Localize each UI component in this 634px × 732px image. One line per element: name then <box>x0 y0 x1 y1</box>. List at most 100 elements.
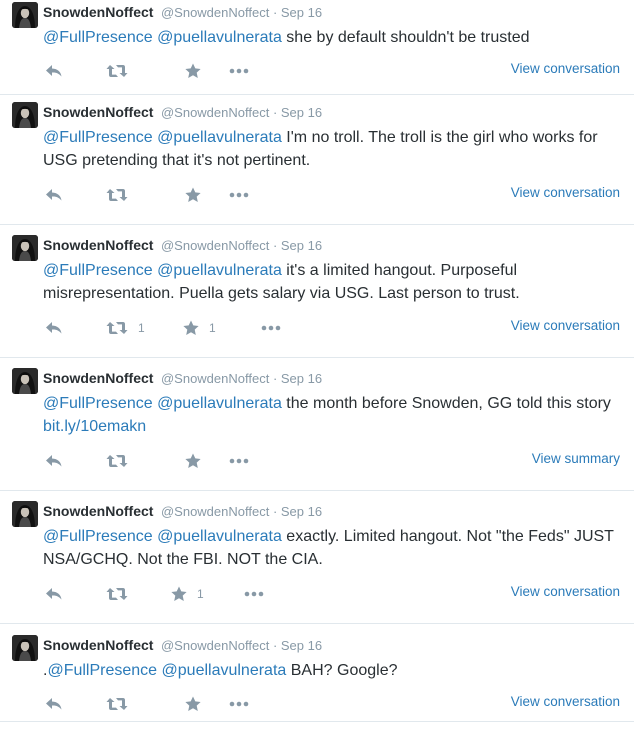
favorite-button[interactable] <box>185 693 211 715</box>
username[interactable]: @SnowdenNoffect <box>161 638 269 653</box>
username[interactable]: @SnowdenNoffect <box>161 504 269 519</box>
mention-link[interactable]: @puellavulnerata <box>157 129 282 146</box>
avatar-image <box>12 635 38 661</box>
favorite-button[interactable] <box>185 450 211 472</box>
more-button[interactable] <box>229 60 249 82</box>
fullname[interactable]: SnowdenNoffect <box>43 4 153 20</box>
avatar[interactable] <box>12 102 38 128</box>
favorite-button[interactable] <box>185 184 211 206</box>
favorite-button[interactable]: 1 <box>171 583 204 605</box>
reply-button[interactable] <box>45 693 63 715</box>
mention-link[interactable]: @puellavulnerata <box>157 395 282 412</box>
tweet-actions: View conversation <box>43 60 624 82</box>
view-conversation-link[interactable]: View conversation <box>511 318 620 333</box>
mention-link[interactable]: @puellavulnerata <box>157 29 282 46</box>
avatar[interactable] <box>12 635 38 661</box>
timestamp[interactable]: Sep 16 <box>281 638 322 653</box>
mention-link[interactable]: @FullPresence <box>43 528 153 545</box>
tweet-header: SnowdenNoffect @SnowdenNoffect · Sep 16 <box>43 370 323 386</box>
more-icon <box>244 591 264 597</box>
retweet-button[interactable] <box>106 693 138 715</box>
view-conversation-link[interactable]: View conversation <box>511 694 620 709</box>
reply-button[interactable] <box>45 184 63 206</box>
more-icon <box>229 701 249 707</box>
avatar-image <box>12 368 38 394</box>
username[interactable]: @SnowdenNoffect <box>161 371 269 386</box>
tweet-actions: View summary <box>43 450 624 472</box>
more-button[interactable] <box>261 317 281 339</box>
mention-link[interactable]: @puellavulnerata <box>157 528 282 545</box>
view-conversation-link[interactable]: View conversation <box>511 185 620 200</box>
more-icon <box>229 192 249 198</box>
fullname[interactable]: SnowdenNoffect <box>43 370 153 386</box>
retweet-button[interactable]: 1 <box>106 317 145 339</box>
avatar-image <box>12 235 38 261</box>
more-button[interactable] <box>229 450 249 472</box>
fullname[interactable]: SnowdenNoffect <box>43 237 153 253</box>
tweet-text: @FullPresence @puellavulnerata it's a li… <box>43 259 624 305</box>
more-button[interactable] <box>229 184 249 206</box>
timeline: SnowdenNoffect @SnowdenNoffect · Sep 16 … <box>0 0 634 732</box>
tweet: SnowdenNoffect @SnowdenNoffect · Sep 16 … <box>0 491 634 624</box>
url-link[interactable]: bit.ly/10emakn <box>43 418 146 435</box>
mention-link[interactable]: @FullPresence <box>43 395 153 412</box>
fullname[interactable]: SnowdenNoffect <box>43 104 153 120</box>
more-button[interactable] <box>229 693 249 715</box>
reply-icon <box>46 322 62 334</box>
retweet-icon <box>106 65 128 77</box>
retweet-icon <box>106 698 128 710</box>
view-conversation-link[interactable]: View summary <box>532 451 620 466</box>
reply-icon <box>46 189 62 201</box>
view-conversation-link[interactable]: View conversation <box>511 584 620 599</box>
tweet-actions: View conversation <box>43 693 624 715</box>
retweet-icon <box>106 588 128 600</box>
retweet-button[interactable] <box>106 583 138 605</box>
mention-link[interactable]: @FullPresence <box>43 29 153 46</box>
avatar-image <box>12 501 38 527</box>
tweet-body: she by default shouldn't be trusted <box>286 29 530 46</box>
retweet-button[interactable] <box>106 184 138 206</box>
username[interactable]: @SnowdenNoffect <box>161 5 269 20</box>
favorite-button[interactable] <box>185 60 211 82</box>
tweet: SnowdenNoffect @SnowdenNoffect · Sep 16 … <box>0 358 634 491</box>
star-icon <box>185 63 201 78</box>
mention-link[interactable]: @FullPresence <box>43 129 153 146</box>
retweet-button[interactable] <box>106 60 138 82</box>
avatar-image <box>12 102 38 128</box>
tweet-actions: 1 1 View conversation <box>43 317 624 339</box>
tweet-text: .@FullPresence @puellavulnerata BAH? Goo… <box>43 659 624 682</box>
reply-button[interactable] <box>45 583 63 605</box>
retweet-icon <box>106 189 128 201</box>
reply-button[interactable] <box>45 60 63 82</box>
timestamp[interactable]: Sep 16 <box>281 371 322 386</box>
fullname[interactable]: SnowdenNoffect <box>43 503 153 519</box>
fullname[interactable]: SnowdenNoffect <box>43 637 153 653</box>
username[interactable]: @SnowdenNoffect <box>161 105 269 120</box>
timestamp[interactable]: Sep 16 <box>281 504 322 519</box>
avatar[interactable] <box>12 368 38 394</box>
avatar[interactable] <box>12 235 38 261</box>
mention-link[interactable]: @puellavulnerata <box>157 262 282 279</box>
timestamp[interactable]: Sep 16 <box>281 238 322 253</box>
tweet: SnowdenNoffect @SnowdenNoffect · Sep 16 … <box>0 625 634 722</box>
timestamp[interactable]: Sep 16 <box>281 105 322 120</box>
favorite-button[interactable]: 1 <box>183 317 216 339</box>
mention-link[interactable]: @FullPresence <box>43 262 153 279</box>
username[interactable]: @SnowdenNoffect <box>161 238 269 253</box>
reply-button[interactable] <box>45 450 63 472</box>
star-icon <box>171 586 187 601</box>
tweet: SnowdenNoffect @SnowdenNoffect · Sep 16 … <box>0 225 634 358</box>
timestamp[interactable]: Sep 16 <box>281 5 322 20</box>
reply-icon <box>46 588 62 600</box>
view-conversation-link[interactable]: View conversation <box>511 61 620 76</box>
reply-icon <box>46 65 62 77</box>
mention-link[interactable]: @FullPresence <box>47 662 157 679</box>
retweet-button[interactable] <box>106 450 138 472</box>
avatar[interactable] <box>12 2 38 28</box>
tweet-actions: View conversation <box>43 184 624 206</box>
reply-button[interactable] <box>45 317 63 339</box>
avatar[interactable] <box>12 501 38 527</box>
mention-link[interactable]: @puellavulnerata <box>162 662 287 679</box>
more-button[interactable] <box>244 583 264 605</box>
more-icon <box>229 458 249 464</box>
